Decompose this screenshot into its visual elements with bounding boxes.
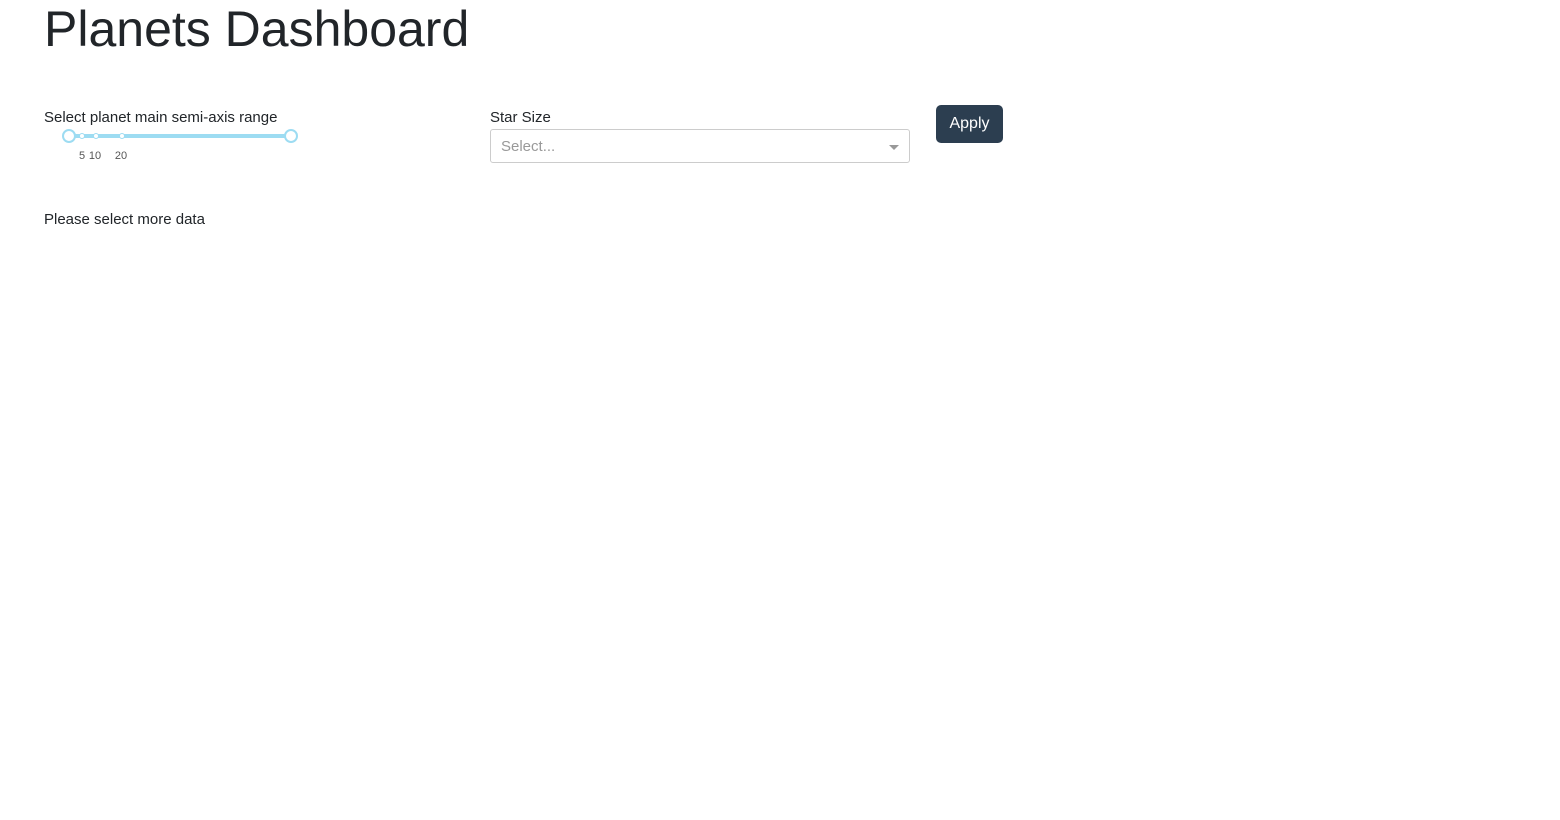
slider-dot-20 xyxy=(119,133,125,139)
star-size-dropdown[interactable]: Select... xyxy=(490,129,910,163)
semi-axis-range-label: Select planet main semi-axis range xyxy=(44,109,278,126)
slider-handle-min[interactable] xyxy=(62,129,76,143)
star-size-placeholder: Select... xyxy=(501,138,556,155)
slider-track xyxy=(69,134,291,138)
slider-mark-20: 20 xyxy=(114,150,128,162)
status-message: Please select more data xyxy=(44,211,205,228)
caret-down-icon[interactable] xyxy=(889,145,899,150)
slider-dot-5 xyxy=(79,133,85,139)
slider-dot-10 xyxy=(93,133,99,139)
semi-axis-range-slider[interactable]: 5 10 20 xyxy=(62,126,304,166)
slider-mark-10: 10 xyxy=(88,150,102,162)
slider-mark-5: 5 xyxy=(78,150,86,162)
page-title: Planets Dashboard xyxy=(44,1,470,57)
slider-handle-max[interactable] xyxy=(284,129,298,143)
apply-button[interactable]: Apply xyxy=(936,105,1003,143)
star-size-label: Star Size xyxy=(490,109,551,126)
